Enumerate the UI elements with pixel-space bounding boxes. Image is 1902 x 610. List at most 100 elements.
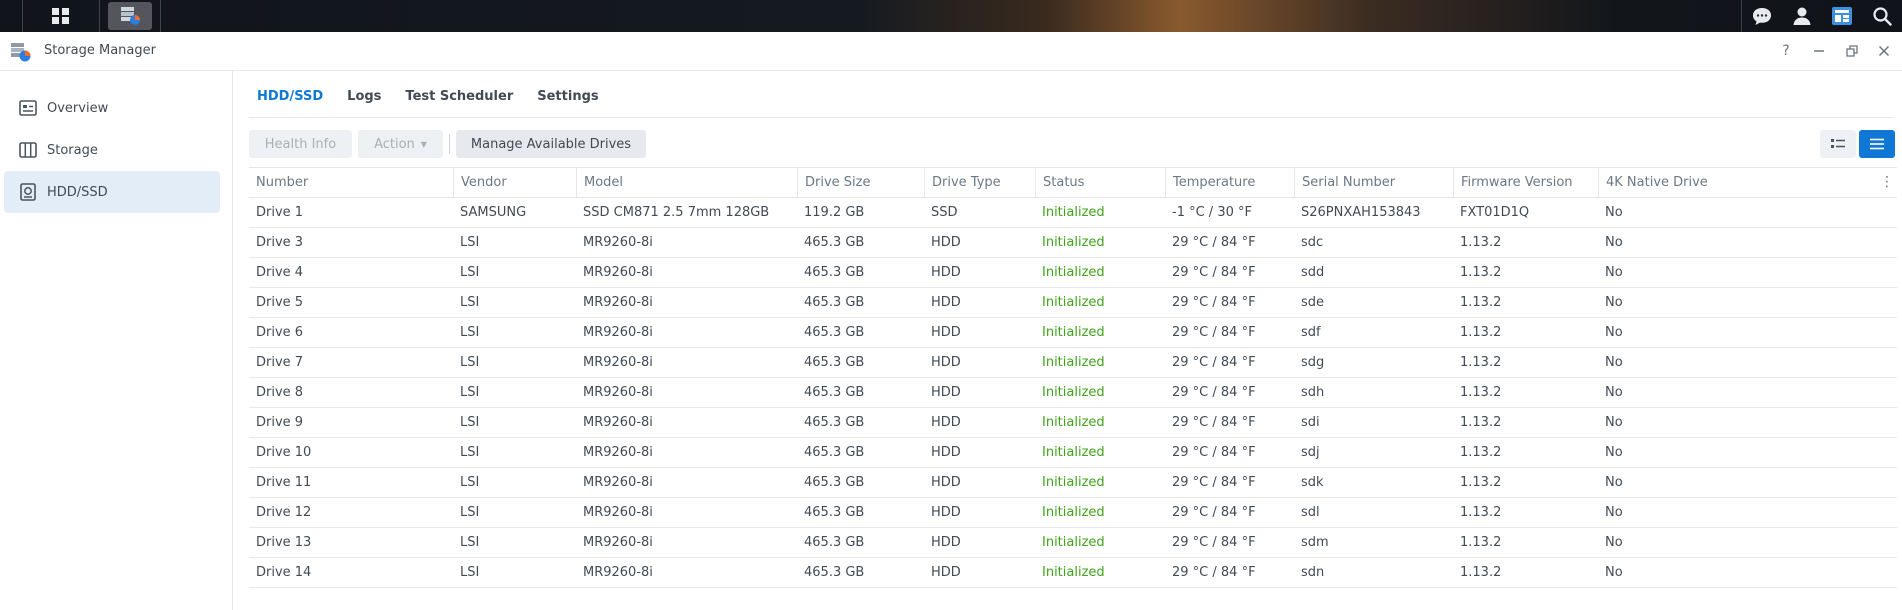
- column-header-number[interactable]: Number: [249, 168, 453, 197]
- cell-vendor: LSI: [460, 475, 480, 490]
- cell-drive-type: HDD: [931, 235, 961, 250]
- cell-drive-type: HDD: [931, 415, 961, 430]
- storage-manager-app-icon[interactable]: [108, 2, 152, 30]
- list-detail-view-button[interactable]: [1820, 130, 1856, 158]
- tab-bar: HDD/SSD Logs Test Scheduler Settings: [257, 89, 623, 104]
- cell-firmware-version: 1.13.2: [1460, 385, 1502, 400]
- column-header-4k-native-drive[interactable]: 4K Native Drive: [1598, 168, 1878, 197]
- cell-number: Drive 14: [256, 565, 312, 580]
- minimize-icon[interactable]: [1809, 41, 1829, 61]
- cell-model: MR9260-8i: [583, 265, 653, 280]
- table-row[interactable]: Drive 14 LSI MR9260-8i 465.3 GB HDD Initializ…: [249, 558, 1897, 588]
- column-menu-icon[interactable]: ⋮: [1879, 168, 1895, 197]
- table-row[interactable]: Drive 6 LSI MR9260-8i 465.3 GB HDD Initialize…: [249, 318, 1897, 348]
- cell-firmware-version: 1.13.2: [1460, 265, 1502, 280]
- sidebar-item-storage[interactable]: Storage: [4, 129, 220, 171]
- chat-icon[interactable]: [1742, 0, 1782, 32]
- tab-settings[interactable]: Settings: [537, 89, 598, 104]
- table-row[interactable]: Drive 12 LSI MR9260-8i 465.3 GB HDD Initializ…: [249, 498, 1897, 528]
- restore-icon[interactable]: [1842, 41, 1862, 61]
- column-header-serial-number[interactable]: Serial Number: [1294, 168, 1453, 197]
- cell-drive-type: HDD: [931, 385, 961, 400]
- table-row[interactable]: Drive 10 LSI MR9260-8i 465.3 GB HDD Initializ…: [249, 438, 1897, 468]
- toolbar-divider: [449, 134, 450, 154]
- cell-drive-size: 465.3 GB: [804, 325, 865, 340]
- table-row[interactable]: Drive 13 LSI MR9260-8i 465.3 GB HDD Initializ…: [249, 528, 1897, 558]
- cell-vendor: LSI: [460, 415, 480, 430]
- cell-firmware-version: 1.13.2: [1460, 565, 1502, 580]
- column-header-model[interactable]: Model: [576, 168, 797, 197]
- column-header-status[interactable]: Status: [1035, 168, 1165, 197]
- table-row[interactable]: Drive 8 LSI MR9260-8i 465.3 GB HDD Initialize…: [249, 378, 1897, 408]
- cell-model: MR9260-8i: [583, 325, 653, 340]
- column-header-firmware-version[interactable]: Firmware Version: [1453, 168, 1598, 197]
- cell-status: Initialized: [1042, 235, 1105, 250]
- cell-number: Drive 12: [256, 505, 312, 520]
- cell-4k-native-drive: No: [1605, 385, 1623, 400]
- cell-drive-size: 465.3 GB: [804, 385, 865, 400]
- sidebar-item-label: Storage: [47, 142, 98, 158]
- table-row[interactable]: Drive 11 LSI MR9260-8i 465.3 GB HDD Initializ…: [249, 468, 1897, 498]
- cell-number: Drive 9: [256, 415, 304, 430]
- taskbar: [0, 0, 1902, 32]
- cell-vendor: LSI: [460, 505, 480, 520]
- chevron-down-icon: ▼: [420, 139, 427, 149]
- help-icon[interactable]: ?: [1776, 41, 1796, 61]
- cell-firmware-version: 1.13.2: [1460, 535, 1502, 550]
- cell-vendor: LSI: [460, 265, 480, 280]
- widgets-icon[interactable]: [1822, 0, 1862, 32]
- table-row[interactable]: Drive 3 LSI MR9260-8i 465.3 GB HDD Initialize…: [249, 228, 1897, 258]
- health-info-button[interactable]: Health Info: [249, 130, 352, 158]
- cell-vendor: SAMSUNG: [460, 205, 527, 220]
- cell-drive-type: SSD: [931, 205, 958, 220]
- cell-temperature: 29 °C / 84 °F: [1172, 565, 1256, 580]
- column-header-drive-type[interactable]: Drive Type: [924, 168, 1035, 197]
- cell-number: Drive 11: [256, 475, 312, 490]
- table-row[interactable]: Drive 5 LSI MR9260-8i 465.3 GB HDD Initialize…: [249, 288, 1897, 318]
- cell-drive-size: 465.3 GB: [804, 265, 865, 280]
- cell-model: MR9260-8i: [583, 355, 653, 370]
- sidebar-item-hdd-ssd[interactable]: HDD/SSD: [4, 171, 220, 213]
- table-row[interactable]: Drive 4 LSI MR9260-8i 465.3 GB HDD Initialize…: [249, 258, 1897, 288]
- cell-drive-size: 465.3 GB: [804, 475, 865, 490]
- cell-vendor: LSI: [460, 235, 480, 250]
- cell-serial-number: sdn: [1301, 565, 1325, 580]
- cell-status: Initialized: [1042, 265, 1105, 280]
- cell-serial-number: sdm: [1301, 535, 1329, 550]
- cell-4k-native-drive: No: [1605, 535, 1623, 550]
- cell-4k-native-drive: No: [1605, 295, 1623, 310]
- table-row[interactable]: Drive 7 LSI MR9260-8i 465.3 GB HDD Initialize…: [249, 348, 1897, 378]
- cell-4k-native-drive: No: [1605, 355, 1623, 370]
- cell-temperature: 29 °C / 84 °F: [1172, 475, 1256, 490]
- table-row[interactable]: Drive 9 LSI MR9260-8i 465.3 GB HDD Initialize…: [249, 408, 1897, 438]
- grid-icon[interactable]: [43, 0, 79, 32]
- cell-firmware-version: 1.13.2: [1460, 505, 1502, 520]
- cell-status: Initialized: [1042, 445, 1105, 460]
- table-header: Number Vendor Model Drive Size Drive Type Sta…: [249, 167, 1897, 198]
- action-button[interactable]: Action ▼: [358, 130, 443, 158]
- sidebar-item-overview[interactable]: Overview: [4, 87, 220, 129]
- column-header-drive-size[interactable]: Drive Size: [797, 168, 924, 197]
- column-header-vendor[interactable]: Vendor: [453, 168, 576, 197]
- cell-vendor: LSI: [460, 325, 480, 340]
- list-view-button[interactable]: [1859, 130, 1895, 158]
- close-icon[interactable]: [1874, 41, 1894, 61]
- tab-hdd-ssd[interactable]: HDD/SSD: [257, 89, 323, 104]
- cell-model: MR9260-8i: [583, 505, 653, 520]
- cell-temperature: 29 °C / 84 °F: [1172, 325, 1256, 340]
- sidebar-item-label: Overview: [47, 100, 109, 116]
- cell-model: MR9260-8i: [583, 445, 653, 460]
- manage-available-drives-button[interactable]: Manage Available Drives: [456, 130, 646, 158]
- cell-temperature: 29 °C / 84 °F: [1172, 535, 1256, 550]
- table-row[interactable]: Drive 1 SAMSUNG SSD CM871 2.5 7mm 128GB 119…: [249, 198, 1897, 228]
- main-panel: HDD/SSD Logs Test Scheduler Settings Hea…: [233, 71, 1902, 610]
- cell-drive-type: HDD: [931, 445, 961, 460]
- cell-number: Drive 5: [256, 295, 304, 310]
- column-header-temperature[interactable]: Temperature: [1165, 168, 1294, 197]
- tab-logs[interactable]: Logs: [347, 89, 381, 104]
- user-icon[interactable]: [1782, 0, 1822, 32]
- cell-status: Initialized: [1042, 295, 1105, 310]
- cell-drive-size: 465.3 GB: [804, 235, 865, 250]
- tab-test-scheduler[interactable]: Test Scheduler: [405, 89, 513, 104]
- search-icon[interactable]: [1862, 0, 1902, 32]
